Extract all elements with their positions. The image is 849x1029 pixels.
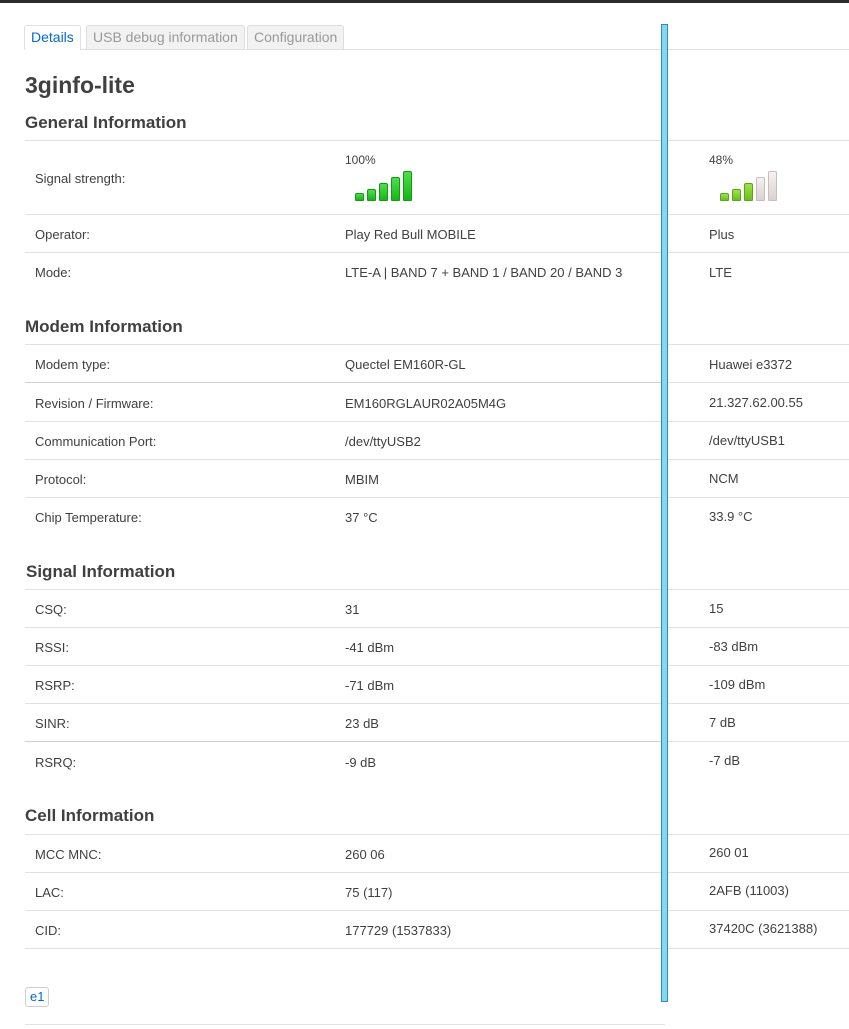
tab-usb-debug[interactable]: USB debug information xyxy=(86,25,245,49)
cid-label: CID: xyxy=(35,923,61,938)
row-divider xyxy=(668,741,849,742)
comm-port-value-1: /dev/ttyUSB2 xyxy=(345,434,421,449)
row-divider xyxy=(25,252,849,253)
comm-port-label: Communication Port: xyxy=(35,434,157,449)
row-divider xyxy=(25,741,661,742)
operator-value-2: Plus xyxy=(709,227,735,242)
signal-bar-icon xyxy=(391,177,400,201)
tabs-underline xyxy=(24,49,849,50)
sinr-label: SINR: xyxy=(35,716,70,731)
mode-value-1: LTE-A | BAND 7 + BAND 1 / BAND 20 / BAND… xyxy=(345,265,623,280)
row-divider xyxy=(668,382,849,383)
section-cell-title: Cell Information xyxy=(25,806,155,825)
rssi-label: RSSI: xyxy=(35,640,69,655)
sinr-value-2: 7 dB xyxy=(709,715,736,730)
mode-value-2: LTE xyxy=(709,265,732,280)
section-general-title: General Information xyxy=(25,113,187,132)
mcc-mnc-value-2: 260 01 xyxy=(709,845,749,860)
comm-port-value-2: /dev/ttyUSB1 xyxy=(709,433,785,448)
signal-bar-icon xyxy=(756,177,765,201)
row-divider xyxy=(25,834,849,835)
signal-bar-icon xyxy=(768,171,777,201)
row-divider xyxy=(25,910,849,911)
tab-details[interactable]: Details xyxy=(24,25,81,50)
row-divider xyxy=(25,948,849,949)
lac-value-2: 2AFB (11003) xyxy=(709,883,789,898)
lac-value-1: 75 (117) xyxy=(345,885,393,900)
row-divider xyxy=(25,344,849,345)
rssi-value-2: -83 dBm xyxy=(709,639,759,654)
row-divider xyxy=(25,459,849,460)
row-divider xyxy=(25,140,849,141)
column-splitter-handle[interactable] xyxy=(661,24,668,1002)
rsrp-value-2: -109 dBm xyxy=(709,677,766,692)
rsrq-value-1: -9 dB xyxy=(345,755,377,770)
modem-type-value-1: Quectel EM160R-GL xyxy=(345,357,466,372)
rsrq-label: RSRQ: xyxy=(35,755,77,770)
revision-value-1: EM160RGLAUR02A05M4G xyxy=(345,396,507,411)
protocol-value-2: NCM xyxy=(709,471,739,486)
chip-temp-value-2: 33.9 °C xyxy=(709,509,753,524)
modem-type-label: Modem type: xyxy=(35,357,111,372)
section-modem-title: Modem Information xyxy=(25,317,183,336)
signal-bar-icon xyxy=(403,171,412,201)
operator-label: Operator: xyxy=(35,227,90,242)
section-signal-title: Signal Information xyxy=(26,562,176,581)
mcc-mnc-value-1: 260 06 xyxy=(345,847,385,862)
revision-value-2: 21.327.62.00.55 xyxy=(709,395,803,410)
row-divider xyxy=(25,214,849,215)
row-divider xyxy=(25,703,849,704)
protocol-value-1: MBIM xyxy=(345,472,379,487)
rssi-value-1: -41 dBm xyxy=(345,640,395,655)
row-divider xyxy=(25,627,849,628)
page-title: 3ginfo-lite xyxy=(25,72,135,98)
row-divider xyxy=(25,382,661,383)
rsrp-label: RSRP: xyxy=(35,678,75,693)
csq-value-1: 31 xyxy=(345,602,360,617)
bottom-divider xyxy=(25,1024,665,1025)
signal-bar-icon xyxy=(720,193,729,201)
operator-value-1: Play Red Bull MOBILE xyxy=(345,227,476,242)
tab-configuration[interactable]: Configuration xyxy=(247,25,345,49)
protocol-label: Protocol: xyxy=(35,472,87,487)
e1-button[interactable]: e1 xyxy=(25,987,50,1007)
lac-label: LAC: xyxy=(35,885,64,900)
signal-bar-icon xyxy=(379,183,388,201)
signal-bars-icon-modem-2 xyxy=(720,171,782,201)
signal-strength-value-2: 48% xyxy=(709,153,734,167)
cid-value-2: 37420C (3621388) xyxy=(709,921,818,936)
signal-bars-icon-modem-1 xyxy=(355,171,417,201)
cid-value-1: 177729 (1537833) xyxy=(345,923,452,938)
signal-bar-icon xyxy=(732,189,741,201)
mode-label: Mode: xyxy=(35,265,72,280)
csq-label: CSQ: xyxy=(35,602,67,617)
row-divider xyxy=(25,665,849,666)
row-divider xyxy=(25,872,849,873)
top-bar xyxy=(0,0,849,3)
revision-label: Revision / Firmware: xyxy=(35,396,154,411)
rsrq-value-2: -7 dB xyxy=(709,753,741,768)
row-divider xyxy=(25,421,849,422)
row-divider xyxy=(25,589,849,590)
chip-temp-label: Chip Temperature: xyxy=(35,510,142,525)
sinr-value-1: 23 dB xyxy=(345,716,379,731)
row-divider xyxy=(25,497,849,498)
signal-strength-label: Signal strength: xyxy=(35,171,126,186)
signal-bar-icon xyxy=(355,193,364,201)
modem-type-value-2: Huawei e3372 xyxy=(709,357,793,372)
mcc-mnc-label: MCC MNC: xyxy=(35,847,102,862)
signal-strength-value-1: 100% xyxy=(345,153,376,167)
rsrp-value-1: -71 dBm xyxy=(345,678,395,693)
csq-value-2: 15 xyxy=(709,601,724,616)
signal-bar-icon xyxy=(367,189,376,201)
signal-bar-icon xyxy=(744,183,753,201)
chip-temp-value-1: 37 °C xyxy=(345,510,378,525)
